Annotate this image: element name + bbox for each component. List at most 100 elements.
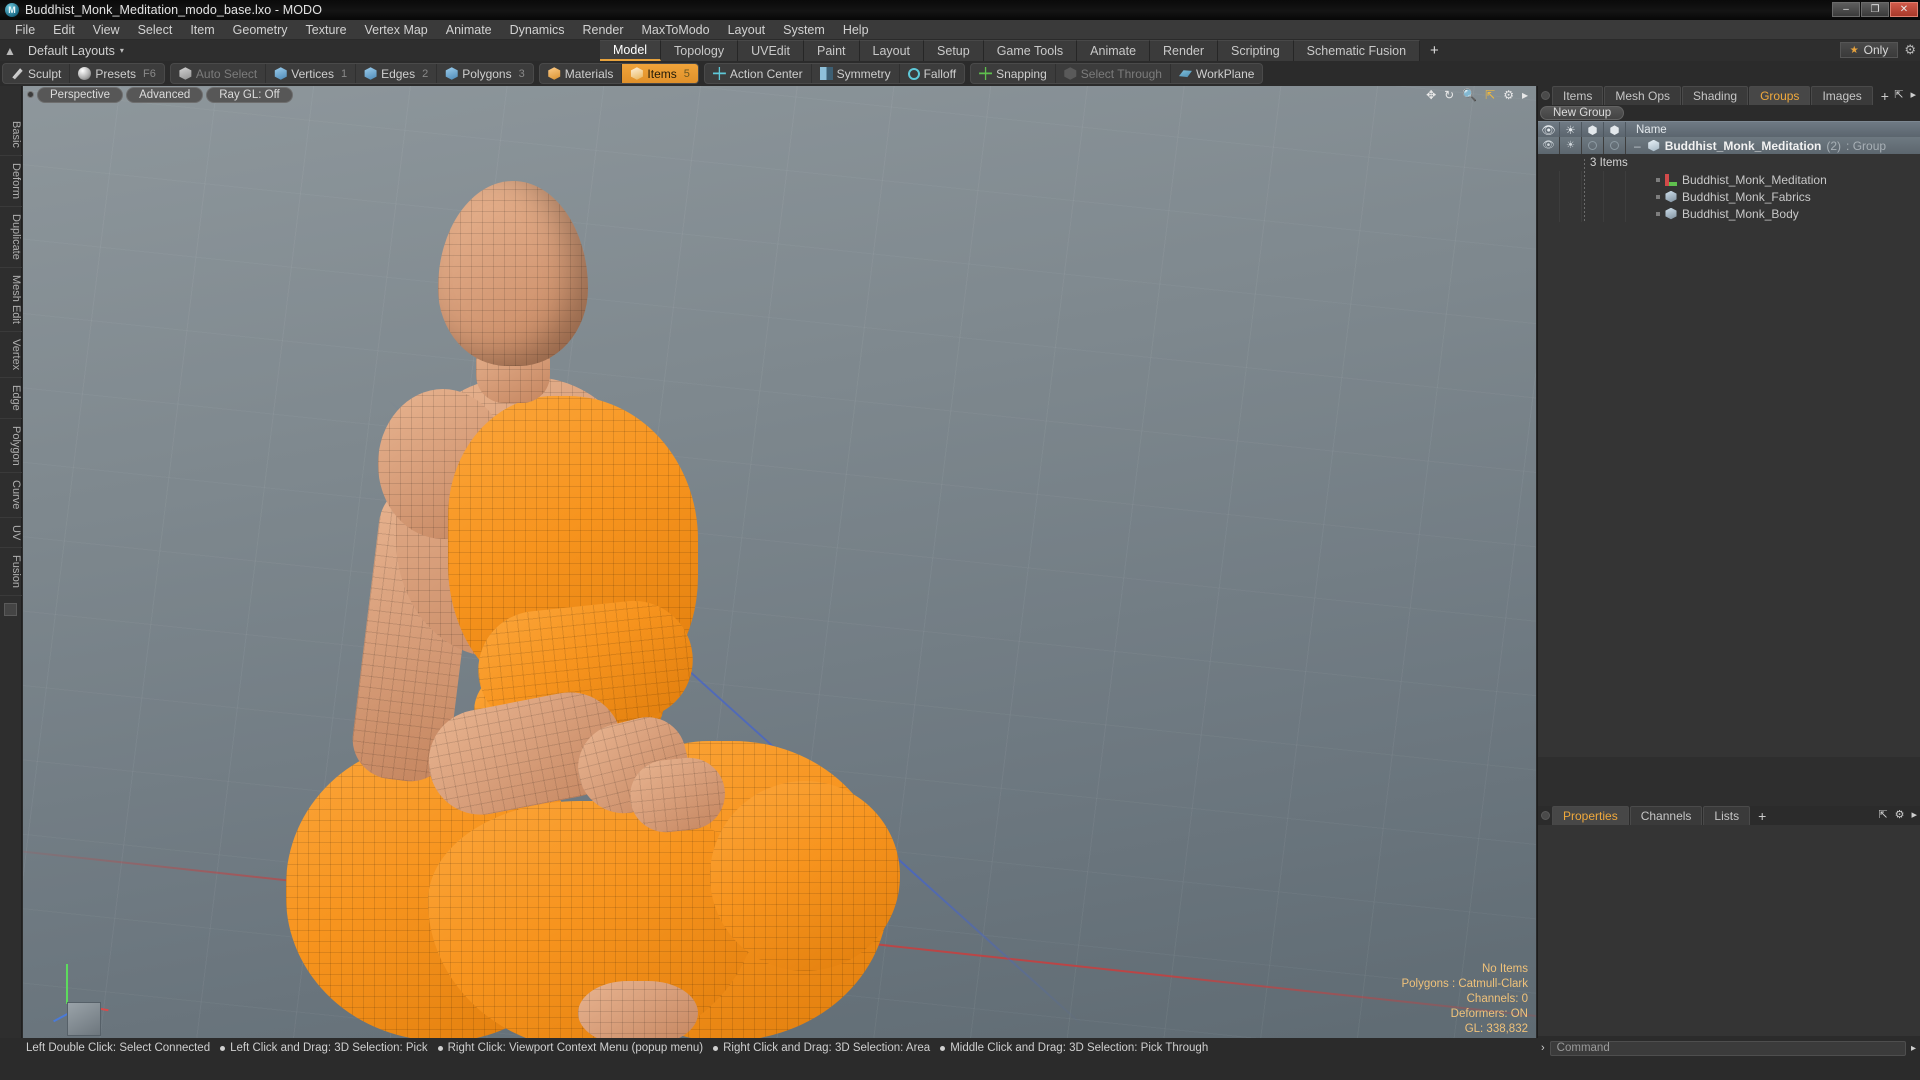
tree-item-name-cell[interactable]: Buddhist_Monk_Fabrics [1626, 190, 1811, 204]
right-tab-groups[interactable]: Groups [1749, 86, 1811, 105]
menu-item[interactable]: Item [181, 21, 223, 39]
layout-tab-schematic-fusion[interactable]: Schematic Fusion [1293, 40, 1421, 61]
menu-layout[interactable]: Layout [719, 21, 775, 39]
toolbar-button-workplane[interactable]: WorkPlane [1171, 64, 1262, 83]
chevron-right-icon[interactable]: ▸ [1910, 88, 1916, 101]
toolbar-button-materials[interactable]: Materials [540, 64, 623, 83]
menu-dynamics[interactable]: Dynamics [501, 21, 574, 39]
tree-item-name-cell[interactable]: Buddhist_Monk_Body [1626, 207, 1799, 221]
tree-cell[interactable] [1582, 205, 1604, 222]
row-select-toggle-1[interactable] [1582, 137, 1604, 154]
menu-geometry[interactable]: Geometry [224, 21, 297, 39]
properties-tab-properties[interactable]: Properties [1552, 806, 1629, 825]
right-tab-shading[interactable]: Shading [1682, 86, 1749, 105]
add-layout-tab-button[interactable]: + [1420, 40, 1449, 61]
menu-vertex-map[interactable]: Vertex Map [356, 21, 437, 39]
group-name-cell[interactable]: – Buddhist_Monk_Meditation (2) : Group [1626, 139, 1886, 153]
panel-drag-handle-icon[interactable] [1538, 806, 1552, 825]
gear-icon[interactable]: ⚙ [1503, 88, 1514, 102]
right-tab-images[interactable]: Images [1811, 86, 1873, 105]
tree-cell[interactable] [1604, 205, 1626, 222]
expand-icon[interactable]: ⇱ [1878, 808, 1887, 821]
right-tab-items[interactable]: Items [1552, 86, 1604, 105]
rail-item-basic[interactable]: Basic [0, 114, 22, 156]
properties-tab-channels[interactable]: Channels [1629, 806, 1703, 825]
toolbar-button-vertices[interactable]: Vertices 1 [266, 64, 357, 83]
fit-icon[interactable]: ⇱ [1485, 88, 1495, 102]
toolbar-button-symmetry[interactable]: Symmetry [812, 64, 900, 83]
gear-icon[interactable]: ⚙ [1895, 808, 1905, 821]
play-icon[interactable]: ▸ [1911, 1043, 1916, 1054]
gear-icon[interactable]: ⚙ [1904, 42, 1916, 58]
toolbar-button-falloff[interactable]: Falloff [900, 64, 964, 83]
layout-tab-paint[interactable]: Paint [804, 40, 860, 61]
add-properties-tab-button[interactable]: + [1751, 806, 1773, 825]
tree-cell[interactable] [1538, 205, 1560, 222]
rail-item-fusion[interactable]: Fusion [0, 548, 22, 597]
minimize-button[interactable]: – [1832, 2, 1860, 17]
rail-item-edge[interactable]: Edge [0, 378, 22, 419]
tree-cell[interactable] [1538, 188, 1560, 205]
rail-item-uv[interactable]: UV [0, 518, 22, 549]
menu-edit[interactable]: Edit [44, 21, 84, 39]
only-button[interactable]: ★ Only [1839, 42, 1899, 58]
layout-tab-render[interactable]: Render [1150, 40, 1219, 61]
row-render-toggle[interactable]: ☀ [1560, 137, 1582, 154]
3d-viewport[interactable]: Perspective Advanced Ray GL: Off ✥ ↻ 🔍 ⇱… [23, 86, 1536, 1058]
layout-tab-model[interactable]: Model [600, 40, 662, 61]
chevron-right-icon[interactable]: ▸ [1911, 808, 1917, 821]
rail-item-duplicate[interactable]: Duplicate [0, 207, 22, 268]
right-tab-mesh-ops[interactable]: Mesh Ops [1604, 86, 1682, 105]
viewport-pill-perspective[interactable]: Perspective [37, 86, 124, 103]
tree-cell[interactable] [1604, 188, 1626, 205]
zoom-icon[interactable]: 🔍 [1462, 88, 1477, 102]
tree-row-item[interactable]: Buddhist_Monk_Meditation [1538, 171, 1920, 188]
menu-render[interactable]: Render [574, 21, 633, 39]
layout-tab-game-tools[interactable]: Game Tools [983, 40, 1078, 61]
menu-select[interactable]: Select [129, 21, 182, 39]
maximize-button[interactable]: ❐ [1861, 2, 1889, 17]
toolbar-button-items[interactable]: Items 5 [622, 64, 698, 83]
menu-file[interactable]: File [6, 21, 44, 39]
toolbar-button-snapping[interactable]: Snapping [971, 64, 1056, 83]
tree-row-group[interactable]: 👁 ☀ – Buddhist_Monk_Meditation (2) : Gro… [1538, 137, 1920, 154]
toolbar-button-polygons[interactable]: Polygons 3 [437, 64, 533, 83]
rail-toggle-icon[interactable] [4, 603, 17, 617]
viewport-menu-dot-icon[interactable] [27, 91, 34, 98]
tree-item-name-cell[interactable]: Buddhist_Monk_Meditation [1626, 173, 1827, 187]
tree-expand-icon[interactable]: – [1634, 139, 1641, 153]
toolbar-button-sculpt[interactable]: Sculpt [3, 64, 71, 83]
rail-item-deform[interactable]: Deform [0, 156, 22, 207]
tree-cell[interactable] [1560, 205, 1582, 222]
home-icon[interactable]: ▲ [0, 44, 20, 58]
add-right-tab-button[interactable]: + [1874, 86, 1896, 105]
toolbar-button-auto-select[interactable]: Auto Select [171, 64, 267, 83]
layout-tab-layout[interactable]: Layout [859, 40, 925, 61]
panel-drag-handle-icon[interactable] [1538, 86, 1552, 105]
tree-row-item[interactable]: Buddhist_Monk_Body [1538, 205, 1920, 222]
group-tree[interactable]: 👁 ☀ – Buddhist_Monk_Meditation (2) : Gro… [1538, 137, 1920, 757]
toolbar-button-action-center[interactable]: Action Center [705, 64, 812, 83]
new-group-button[interactable]: New Group [1540, 106, 1625, 120]
toolbar-button-presets[interactable]: Presets F6 [70, 64, 164, 83]
rail-item-polygon[interactable]: Polygon [0, 419, 22, 474]
move-icon[interactable]: ✥ [1426, 88, 1436, 102]
layout-tab-uvedit[interactable]: UVEdit [738, 40, 804, 61]
properties-tab-lists[interactable]: Lists [1703, 806, 1751, 825]
default-layouts-dropdown[interactable]: Default Layouts ▾ [20, 44, 132, 58]
tree-cell[interactable] [1560, 188, 1582, 205]
viewport-pill-raygl[interactable]: Ray GL: Off [206, 86, 293, 103]
layout-tab-scripting[interactable]: Scripting [1218, 40, 1294, 61]
tree-cell[interactable] [1604, 171, 1626, 188]
viewport-pill-advanced[interactable]: Advanced [126, 86, 204, 103]
tree-cell[interactable] [1538, 171, 1560, 188]
rotate-icon[interactable]: ↻ [1444, 88, 1454, 102]
expand-icon[interactable]: ⇱ [1894, 88, 1903, 101]
close-button[interactable]: ✕ [1890, 2, 1918, 17]
menu-animate[interactable]: Animate [437, 21, 501, 39]
tree-row-item[interactable]: Buddhist_Monk_Fabrics [1538, 188, 1920, 205]
tree-cell[interactable] [1582, 188, 1604, 205]
toolbar-button-select-through[interactable]: Select Through [1056, 64, 1171, 83]
layout-tab-setup[interactable]: Setup [924, 40, 984, 61]
tree-cell[interactable] [1582, 171, 1604, 188]
